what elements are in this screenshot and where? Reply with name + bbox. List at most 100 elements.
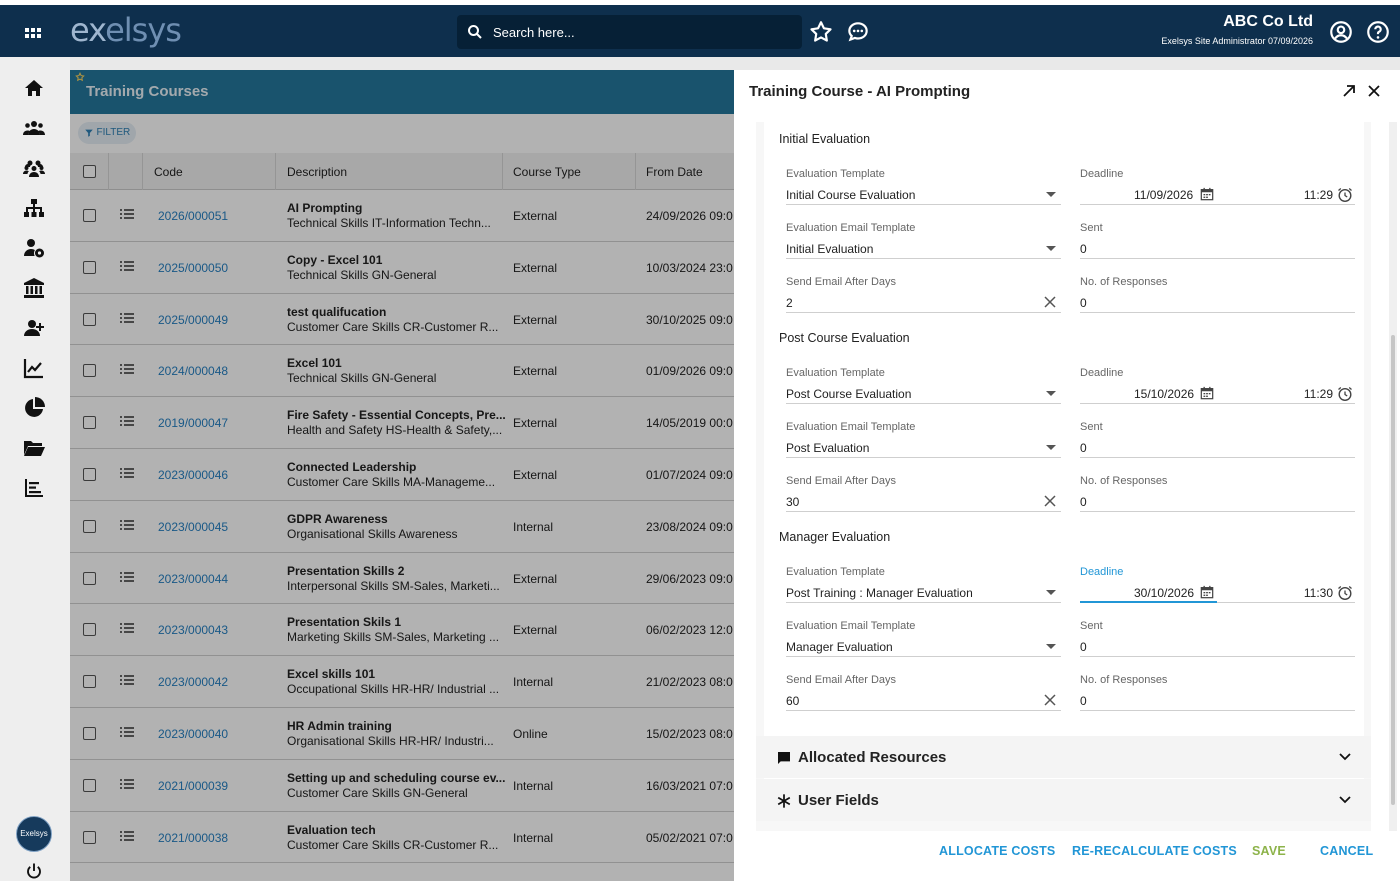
- user-line: Exelsys Site Administrator 07/09/2026: [1161, 36, 1313, 46]
- search-box[interactable]: [457, 15, 802, 49]
- dropdown-arrow-icon[interactable]: [1046, 590, 1056, 595]
- email-template-value[interactable]: Manager Evaluation: [786, 640, 893, 654]
- home-icon[interactable]: [22, 76, 46, 100]
- field-label: Evaluation Template: [786, 168, 885, 180]
- deadline-field[interactable]: Deadline 30/10/2026 11:30: [1080, 566, 1355, 603]
- folder-icon[interactable]: [22, 436, 46, 460]
- evaluation-template-field[interactable]: Evaluation Template Post Course Evaluati…: [786, 367, 1061, 404]
- account-icon[interactable]: [1328, 19, 1354, 45]
- calendar-icon[interactable]: [1200, 187, 1214, 201]
- org-chart-icon[interactable]: [22, 196, 46, 220]
- email-template-field[interactable]: Evaluation Email Template Post Evaluatio…: [786, 421, 1061, 458]
- send-after-days-field[interactable]: Send Email After Days 30: [786, 475, 1061, 512]
- field-label: Evaluation Template: [786, 367, 885, 379]
- user-fields-accordion[interactable]: User Fields: [756, 779, 1371, 821]
- allocated-resources-accordion[interactable]: Allocated Resources: [756, 736, 1371, 778]
- clock-icon[interactable]: [1337, 386, 1353, 402]
- star-icon[interactable]: [808, 19, 834, 45]
- company-info: ABC Co Ltd Exelsys Site Administrator 07…: [1161, 13, 1313, 46]
- cancel-button[interactable]: CANCEL: [1320, 844, 1373, 858]
- email-template-field[interactable]: Evaluation Email Template Initial Evalua…: [786, 222, 1061, 259]
- recalculate-costs-button[interactable]: RE-RECALCULATE COSTS: [1072, 844, 1237, 858]
- evaluation-template-field[interactable]: Evaluation Template Initial Course Evalu…: [786, 168, 1061, 205]
- field-label: No. of Responses: [1080, 475, 1168, 487]
- expand-icon[interactable]: [1341, 83, 1357, 99]
- dropdown-arrow-icon[interactable]: [1046, 391, 1056, 396]
- bank-icon[interactable]: [22, 276, 46, 300]
- clock-icon[interactable]: [1337, 187, 1353, 203]
- chevron-down-icon: [1339, 752, 1351, 762]
- sent-field: Sent 0: [1080, 620, 1355, 657]
- calendar-icon[interactable]: [1200, 386, 1214, 400]
- sent-value: 0: [1080, 441, 1087, 455]
- send-after-days-field[interactable]: Send Email After Days 2: [786, 276, 1061, 313]
- teams-icon[interactable]: [22, 156, 46, 180]
- detail-scroll-area[interactable]: Initial Evaluation Evaluation Template I…: [756, 122, 1371, 831]
- dropdown-arrow-icon[interactable]: [1046, 192, 1056, 197]
- dropdown-arrow-icon[interactable]: [1046, 445, 1056, 450]
- app-logo[interactable]: exelsys: [70, 11, 182, 49]
- avatar[interactable]: Exelsys: [16, 816, 52, 852]
- apps-grid-icon[interactable]: [21, 22, 45, 46]
- clear-icon[interactable]: [1044, 495, 1056, 507]
- calendar-icon[interactable]: [1200, 585, 1214, 599]
- evaluation-template-value[interactable]: Post Course Evaluation: [786, 387, 911, 401]
- add-person-icon[interactable]: [22, 316, 46, 340]
- evaluation-template-value[interactable]: Post Training : Manager Evaluation: [786, 586, 973, 600]
- section-title: Manager Evaluation: [779, 530, 891, 544]
- field-label: Sent: [1080, 222, 1103, 234]
- evaluation-template-value[interactable]: Initial Course Evaluation: [786, 188, 915, 202]
- email-template-field[interactable]: Evaluation Email Template Manager Evalua…: [786, 620, 1061, 657]
- sent-field: Sent 0: [1080, 421, 1355, 458]
- deadline-field[interactable]: Deadline 15/10/2026 11:29: [1080, 367, 1355, 404]
- person-settings-icon[interactable]: [22, 236, 46, 260]
- line-chart-icon[interactable]: [22, 356, 46, 380]
- help-icon[interactable]: [1365, 19, 1391, 45]
- clock-icon[interactable]: [1337, 585, 1353, 601]
- send-after-days-value[interactable]: 60: [786, 694, 799, 708]
- field-label: Evaluation Email Template: [786, 222, 916, 234]
- field-label: Evaluation Email Template: [786, 421, 916, 433]
- clear-icon[interactable]: [1044, 694, 1056, 706]
- send-after-days-value[interactable]: 30: [786, 495, 799, 509]
- clear-icon[interactable]: [1044, 296, 1056, 308]
- email-template-value[interactable]: Post Evaluation: [786, 441, 869, 455]
- dropdown-arrow-icon[interactable]: [1046, 644, 1056, 649]
- left-nav-rail: Exelsys: [0, 57, 70, 881]
- pie-chart-icon[interactable]: [22, 396, 46, 420]
- sent-field: Sent 0: [1080, 222, 1355, 259]
- evaluation-template-field[interactable]: Evaluation Template Post Training : Mana…: [786, 566, 1061, 603]
- allocated-resources-label: Allocated Resources: [798, 749, 947, 766]
- deadline-time-value[interactable]: 11:29: [1304, 387, 1333, 401]
- power-icon[interactable]: [25, 862, 43, 880]
- search-icon: [467, 24, 483, 40]
- responses-value: 0: [1080, 694, 1087, 708]
- send-after-days-field[interactable]: Send Email After Days 60: [786, 674, 1061, 711]
- field-label: Deadline: [1080, 367, 1124, 379]
- deadline-time-value[interactable]: 11:30: [1304, 586, 1333, 600]
- people-icon[interactable]: [22, 116, 46, 140]
- save-button[interactable]: SAVE: [1252, 844, 1286, 858]
- responses-value: 0: [1080, 296, 1087, 310]
- email-template-value[interactable]: Initial Evaluation: [786, 242, 873, 256]
- scrollbar-thumb[interactable]: [1391, 335, 1395, 805]
- sent-value: 0: [1080, 242, 1087, 256]
- close-icon[interactable]: [1366, 83, 1382, 99]
- allocate-costs-button[interactable]: ALLOCATE COSTS: [939, 844, 1055, 858]
- modal-overlay[interactable]: [70, 70, 734, 881]
- deadline-date-value[interactable]: 15/10/2026: [1134, 387, 1194, 401]
- dropdown-arrow-icon[interactable]: [1046, 246, 1056, 251]
- send-after-days-value[interactable]: 2: [786, 296, 793, 310]
- asterisk-icon: [776, 793, 792, 809]
- deadline-field[interactable]: Deadline 11/09/2026 11:29: [1080, 168, 1355, 205]
- bar-list-icon[interactable]: [22, 476, 46, 500]
- deadline-time-value[interactable]: 11:29: [1304, 188, 1333, 202]
- field-label: Deadline: [1080, 168, 1124, 180]
- field-label: Sent: [1080, 421, 1103, 433]
- chat-icon[interactable]: [845, 19, 871, 45]
- field-label: Evaluation Template: [786, 566, 885, 578]
- detail-title: Training Course - AI Prompting: [749, 83, 971, 100]
- search-input[interactable]: [493, 15, 793, 49]
- deadline-date-value[interactable]: 11/09/2026: [1134, 188, 1193, 202]
- deadline-date-value[interactable]: 30/10/2026: [1134, 586, 1194, 600]
